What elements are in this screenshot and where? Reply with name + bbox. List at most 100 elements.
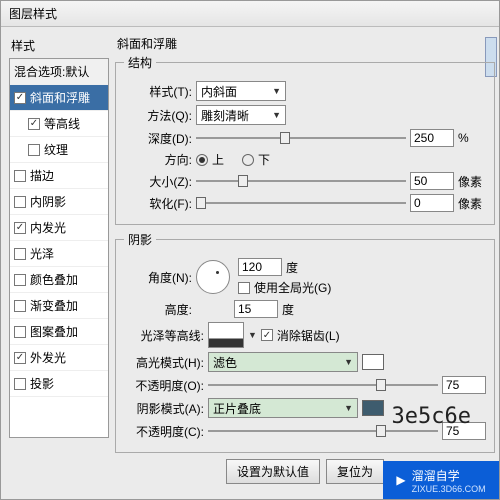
style-select[interactable]: 内斜面▼ <box>196 81 286 101</box>
reset-default-button[interactable]: 复位为 <box>326 459 384 484</box>
watermark: ▶ 溜溜自学 ZIXUE.3D66.COM <box>383 461 499 499</box>
sidebar-item[interactable]: 内发光 <box>10 215 108 241</box>
chevron-down-icon: ▼ <box>272 110 281 120</box>
sidebar-item-label: 渐变叠加 <box>30 297 78 314</box>
checkbox[interactable] <box>14 248 26 260</box>
sidebar-item[interactable]: 颜色叠加 <box>10 267 108 293</box>
sidebar-item-label: 投影 <box>30 375 54 392</box>
checkbox[interactable] <box>28 144 40 156</box>
technique-select[interactable]: 雕刻清晰▼ <box>196 105 286 125</box>
checkbox[interactable] <box>14 274 26 286</box>
sidebar-item[interactable]: 投影 <box>10 371 108 397</box>
shadow-mode-select[interactable]: 正片叠底▼ <box>208 398 358 418</box>
sidebar-item[interactable]: 斜面和浮雕 <box>10 85 108 111</box>
antialias-label: 消除锯齿(L) <box>277 327 340 344</box>
angle-input[interactable]: 120 <box>238 258 282 276</box>
angle-label: 角度(N): <box>124 269 192 286</box>
structure-group: 结构 样式(T): 内斜面▼ 方法(Q): 雕刻清晰▼ 深度(D): <box>115 54 495 225</box>
shadow-opacity-label: 不透明度(C): <box>124 423 204 440</box>
altitude-input[interactable]: 15 <box>234 300 278 318</box>
sidebar-item-label: 图案叠加 <box>30 323 78 340</box>
play-icon: ▶ <box>396 473 405 487</box>
checkbox[interactable] <box>14 378 26 390</box>
checkbox[interactable] <box>14 170 26 182</box>
highlight-mode-select[interactable]: 滤色▼ <box>208 352 358 372</box>
checkbox[interactable] <box>14 352 26 364</box>
sidebar-item-label: 外发光 <box>30 349 66 366</box>
sidebar-item-label: 混合选项:默认 <box>14 63 89 80</box>
depth-slider[interactable] <box>196 131 406 145</box>
chevron-down-icon: ▼ <box>344 357 353 367</box>
window-title: 图层样式 <box>1 1 499 27</box>
chevron-down-icon: ▼ <box>272 86 281 96</box>
direction-up-radio[interactable] <box>196 154 208 166</box>
depth-input[interactable]: 250 <box>410 129 454 147</box>
highlight-opacity-label: 不透明度(O): <box>124 377 204 394</box>
size-input[interactable]: 50 <box>410 172 454 190</box>
panel-title: 斜面和浮雕 <box>115 35 495 52</box>
global-light-label: 使用全局光(G) <box>254 279 331 296</box>
global-light-checkbox[interactable] <box>238 282 250 294</box>
layer-style-dialog: 图层样式 样式 混合选项:默认斜面和浮雕等高线纹理描边内阴影内发光光泽颜色叠加渐… <box>0 0 500 500</box>
checkbox[interactable] <box>14 222 26 234</box>
direction-down-radio[interactable] <box>242 154 254 166</box>
gloss-contour-picker[interactable] <box>208 322 244 348</box>
shading-legend: 阴影 <box>124 231 156 248</box>
sidebar-item[interactable]: 外发光 <box>10 345 108 371</box>
technique-label: 方法(Q): <box>124 107 192 124</box>
shadow-color-swatch[interactable] <box>362 400 384 416</box>
style-sidebar: 样式 混合选项:默认斜面和浮雕等高线纹理描边内阴影内发光光泽颜色叠加渐变叠加图案… <box>9 35 109 491</box>
checkbox[interactable] <box>14 196 26 208</box>
size-unit: 像素 <box>458 173 486 190</box>
angle-dial[interactable] <box>196 260 230 294</box>
chevron-down-icon: ▼ <box>344 403 353 413</box>
sidebar-item-label: 内发光 <box>30 219 66 236</box>
sidebar-item-label: 描边 <box>30 167 54 184</box>
depth-label: 深度(D): <box>124 130 192 147</box>
angle-unit: 度 <box>286 259 298 276</box>
color-hex-annotation: 3e5c6e <box>392 404 471 429</box>
direction-label: 方向: <box>124 151 192 168</box>
depth-unit: % <box>458 131 486 145</box>
highlight-color-swatch[interactable] <box>362 354 384 370</box>
soften-unit: 像素 <box>458 195 486 212</box>
sidebar-item-label: 内阴影 <box>30 193 66 210</box>
style-label: 样式(T): <box>124 83 192 100</box>
checkbox[interactable] <box>14 92 26 104</box>
make-default-button[interactable]: 设置为默认值 <box>226 459 320 484</box>
sidebar-item[interactable]: 混合选项:默认 <box>10 59 108 85</box>
antialias-checkbox[interactable] <box>261 329 273 341</box>
highlight-mode-label: 高光模式(H): <box>124 354 204 371</box>
checkbox[interactable] <box>14 326 26 338</box>
checkbox[interactable] <box>28 118 40 130</box>
sidebar-item-label: 颜色叠加 <box>30 271 78 288</box>
sidebar-item-label: 斜面和浮雕 <box>30 89 90 106</box>
soften-label: 软化(F): <box>124 195 192 212</box>
style-list: 混合选项:默认斜面和浮雕等高线纹理描边内阴影内发光光泽颜色叠加渐变叠加图案叠加外… <box>9 58 109 438</box>
sidebar-item-label: 光泽 <box>30 245 54 262</box>
checkbox[interactable] <box>14 300 26 312</box>
sidebar-item[interactable]: 图案叠加 <box>10 319 108 345</box>
sidebar-item[interactable]: 纹理 <box>10 137 108 163</box>
sidebar-item-label: 纹理 <box>44 141 68 158</box>
sidebar-item[interactable]: 等高线 <box>10 111 108 137</box>
chevron-down-icon[interactable]: ▼ <box>248 330 257 340</box>
structure-legend: 结构 <box>124 54 156 71</box>
direction-up-label: 上 <box>212 151 224 168</box>
sidebar-item-label: 等高线 <box>44 115 80 132</box>
sidebar-item[interactable]: 光泽 <box>10 241 108 267</box>
highlight-opacity-input[interactable]: 75 <box>442 376 486 394</box>
sidebar-heading: 样式 <box>9 35 109 58</box>
altitude-label: 高度: <box>124 301 192 318</box>
direction-down-label: 下 <box>258 151 270 168</box>
size-label: 大小(Z): <box>124 173 192 190</box>
highlight-opacity-slider[interactable] <box>208 378 438 392</box>
size-slider[interactable] <box>196 174 406 188</box>
shadow-mode-label: 阴影模式(A): <box>124 400 204 417</box>
sidebar-item[interactable]: 渐变叠加 <box>10 293 108 319</box>
soften-input[interactable]: 0 <box>410 194 454 212</box>
sidebar-item[interactable]: 描边 <box>10 163 108 189</box>
altitude-unit: 度 <box>282 301 294 318</box>
sidebar-item[interactable]: 内阴影 <box>10 189 108 215</box>
soften-slider[interactable] <box>196 196 406 210</box>
